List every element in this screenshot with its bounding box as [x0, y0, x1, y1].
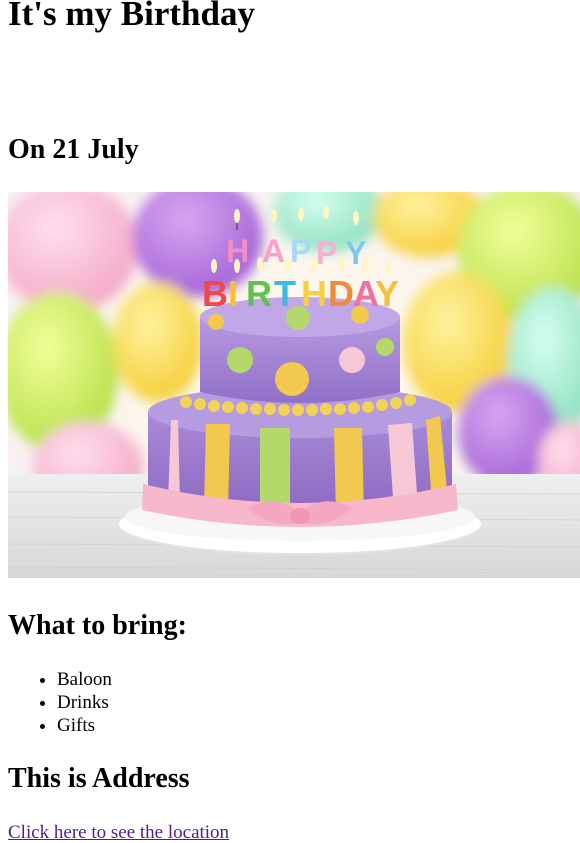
svg-text:B: B: [202, 273, 228, 314]
list-item: Gifts: [57, 714, 112, 737]
svg-text:R: R: [246, 273, 272, 314]
birthday-cake-image: H A P P Y B I R T H D A Y: [8, 192, 580, 578]
svg-text:P: P: [290, 233, 311, 269]
list-item: Drinks: [57, 691, 112, 714]
svg-text:H: H: [301, 273, 327, 314]
svg-text:A: A: [262, 233, 285, 269]
what-to-bring-heading: What to bring:: [8, 610, 187, 641]
bring-list: Baloon Drinks Gifts: [8, 668, 112, 737]
page-title: It's my Birthday: [8, 0, 255, 33]
event-date-heading: On 21 July: [8, 134, 139, 165]
list-item: Baloon: [57, 668, 112, 691]
svg-text:I: I: [228, 273, 238, 314]
svg-text:T: T: [274, 273, 296, 314]
address-heading: This is Address: [8, 763, 190, 794]
page: It's my Birthday On 21 July H A P P Y B …: [0, 0, 580, 843]
svg-text:D: D: [328, 273, 354, 314]
svg-text:Y: Y: [375, 273, 399, 314]
svg-text:P: P: [316, 235, 337, 271]
location-link[interactable]: Click here to see the location: [8, 821, 229, 843]
